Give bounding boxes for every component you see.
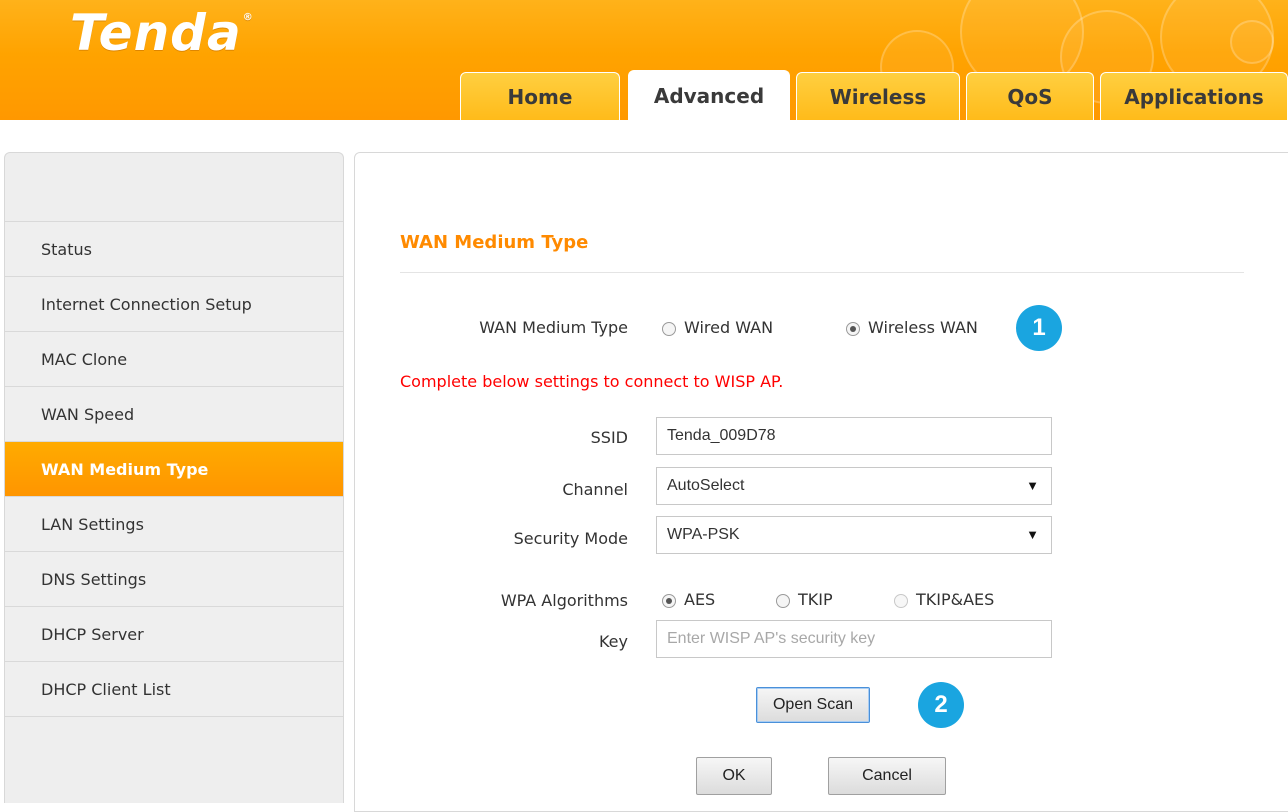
channel-select[interactable]: AutoSelect ▼ — [656, 467, 1052, 505]
sidebar-item-mac-clone[interactable]: MAC Clone — [5, 332, 343, 387]
sidebar-item-label: MAC Clone — [41, 350, 128, 369]
step-marker-2: 2 — [918, 682, 964, 728]
dropdown-arrow-icon: ▼ — [1026, 527, 1039, 542]
tab-label: Applications — [1124, 84, 1264, 109]
tab-label: Advanced — [653, 83, 765, 108]
wisp-warning-text: Complete below settings to connect to WI… — [400, 372, 784, 391]
wireless-wan-option[interactable]: Wireless WAN — [868, 318, 978, 337]
decor-bubble — [1230, 20, 1274, 64]
tkip-option[interactable]: TKIP — [798, 590, 833, 609]
tab-label: Wireless — [829, 84, 927, 109]
tab-applications[interactable]: Applications — [1100, 72, 1288, 120]
wan-medium-type-label: WAN Medium Type — [479, 318, 628, 337]
wired-wan-radio[interactable] — [662, 322, 676, 336]
tab-wireless[interactable]: Wireless — [796, 72, 960, 120]
cancel-button[interactable]: Cancel — [828, 757, 946, 795]
tkip-radio[interactable] — [776, 594, 790, 608]
sidebar-item-label: DHCP Server — [41, 625, 144, 644]
ok-label: OK — [722, 767, 746, 784]
tkip-aes-radio[interactable] — [894, 594, 908, 608]
sidebar-item-label: WAN Medium Type — [41, 460, 209, 479]
security-mode-value: WPA-PSK — [667, 526, 740, 543]
tab-home[interactable]: Home — [460, 72, 620, 120]
security-mode-label: Security Mode — [513, 529, 628, 548]
sidebar-item-label: WAN Speed — [41, 405, 135, 424]
wireless-wan-radio[interactable] — [846, 322, 860, 336]
dropdown-arrow-icon: ▼ — [1026, 478, 1039, 493]
ssid-input[interactable]: Tenda_009D78 — [656, 417, 1052, 455]
key-placeholder: Enter WISP AP's security key — [667, 630, 876, 647]
tkip-aes-option[interactable]: TKIP&AES — [916, 590, 994, 609]
logo-text: Tenda — [70, 4, 242, 62]
channel-label: Channel — [562, 480, 628, 499]
sidebar-item-wan-medium-type[interactable]: WAN Medium Type — [5, 442, 343, 497]
ssid-value: Tenda_009D78 — [667, 427, 776, 444]
header-bar: Tenda® Home Advanced Wireless QoS Applic… — [0, 0, 1288, 120]
registered-mark: ® — [242, 12, 254, 23]
sidebar-item-internet-connection-setup[interactable]: Internet Connection Setup — [5, 277, 343, 332]
tab-advanced[interactable]: Advanced — [628, 70, 790, 120]
sidebar-item-dns-settings[interactable]: DNS Settings — [5, 552, 343, 607]
wpa-algorithms-label: WPA Algorithms — [500, 591, 628, 610]
cancel-label: Cancel — [862, 767, 912, 784]
sidebar-item-label: LAN Settings — [41, 515, 144, 534]
aes-option[interactable]: AES — [684, 590, 715, 609]
sidebar-item-label: Status — [41, 240, 92, 259]
open-scan-label: Open Scan — [772, 696, 854, 713]
ssid-label: SSID — [590, 428, 628, 447]
sidebar-item-label: DHCP Client List — [41, 680, 171, 699]
sidebar-item-dhcp-client-list[interactable]: DHCP Client List — [5, 662, 343, 717]
security-mode-select[interactable]: WPA-PSK ▼ — [656, 516, 1052, 554]
key-label: Key — [598, 632, 628, 651]
page-title: WAN Medium Type — [400, 232, 589, 253]
sidebar-item-status[interactable]: Status — [5, 222, 343, 277]
sidebar: Status Internet Connection Setup MAC Clo… — [4, 152, 344, 803]
open-scan-button[interactable]: Open Scan — [756, 687, 870, 723]
title-divider — [400, 272, 1244, 273]
ok-button[interactable]: OK — [696, 757, 772, 795]
sidebar-item-label: DNS Settings — [41, 570, 147, 589]
tab-label: Home — [507, 84, 573, 109]
sidebar-item-dhcp-server[interactable]: DHCP Server — [5, 607, 343, 662]
sidebar-item-label: Internet Connection Setup — [41, 295, 252, 314]
step-marker-1: 1 — [1016, 305, 1062, 351]
tab-qos[interactable]: QoS — [966, 72, 1094, 120]
sidebar-header — [5, 153, 343, 222]
channel-value: AutoSelect — [667, 477, 745, 494]
tab-label: QoS — [1007, 84, 1053, 109]
aes-radio[interactable] — [662, 594, 676, 608]
wired-wan-option[interactable]: Wired WAN — [684, 318, 773, 337]
key-input[interactable]: Enter WISP AP's security key — [656, 620, 1052, 658]
sidebar-item-lan-settings[interactable]: LAN Settings — [5, 497, 343, 552]
sidebar-item-wan-speed[interactable]: WAN Speed — [5, 387, 343, 442]
tenda-logo[interactable]: Tenda® — [70, 4, 253, 62]
